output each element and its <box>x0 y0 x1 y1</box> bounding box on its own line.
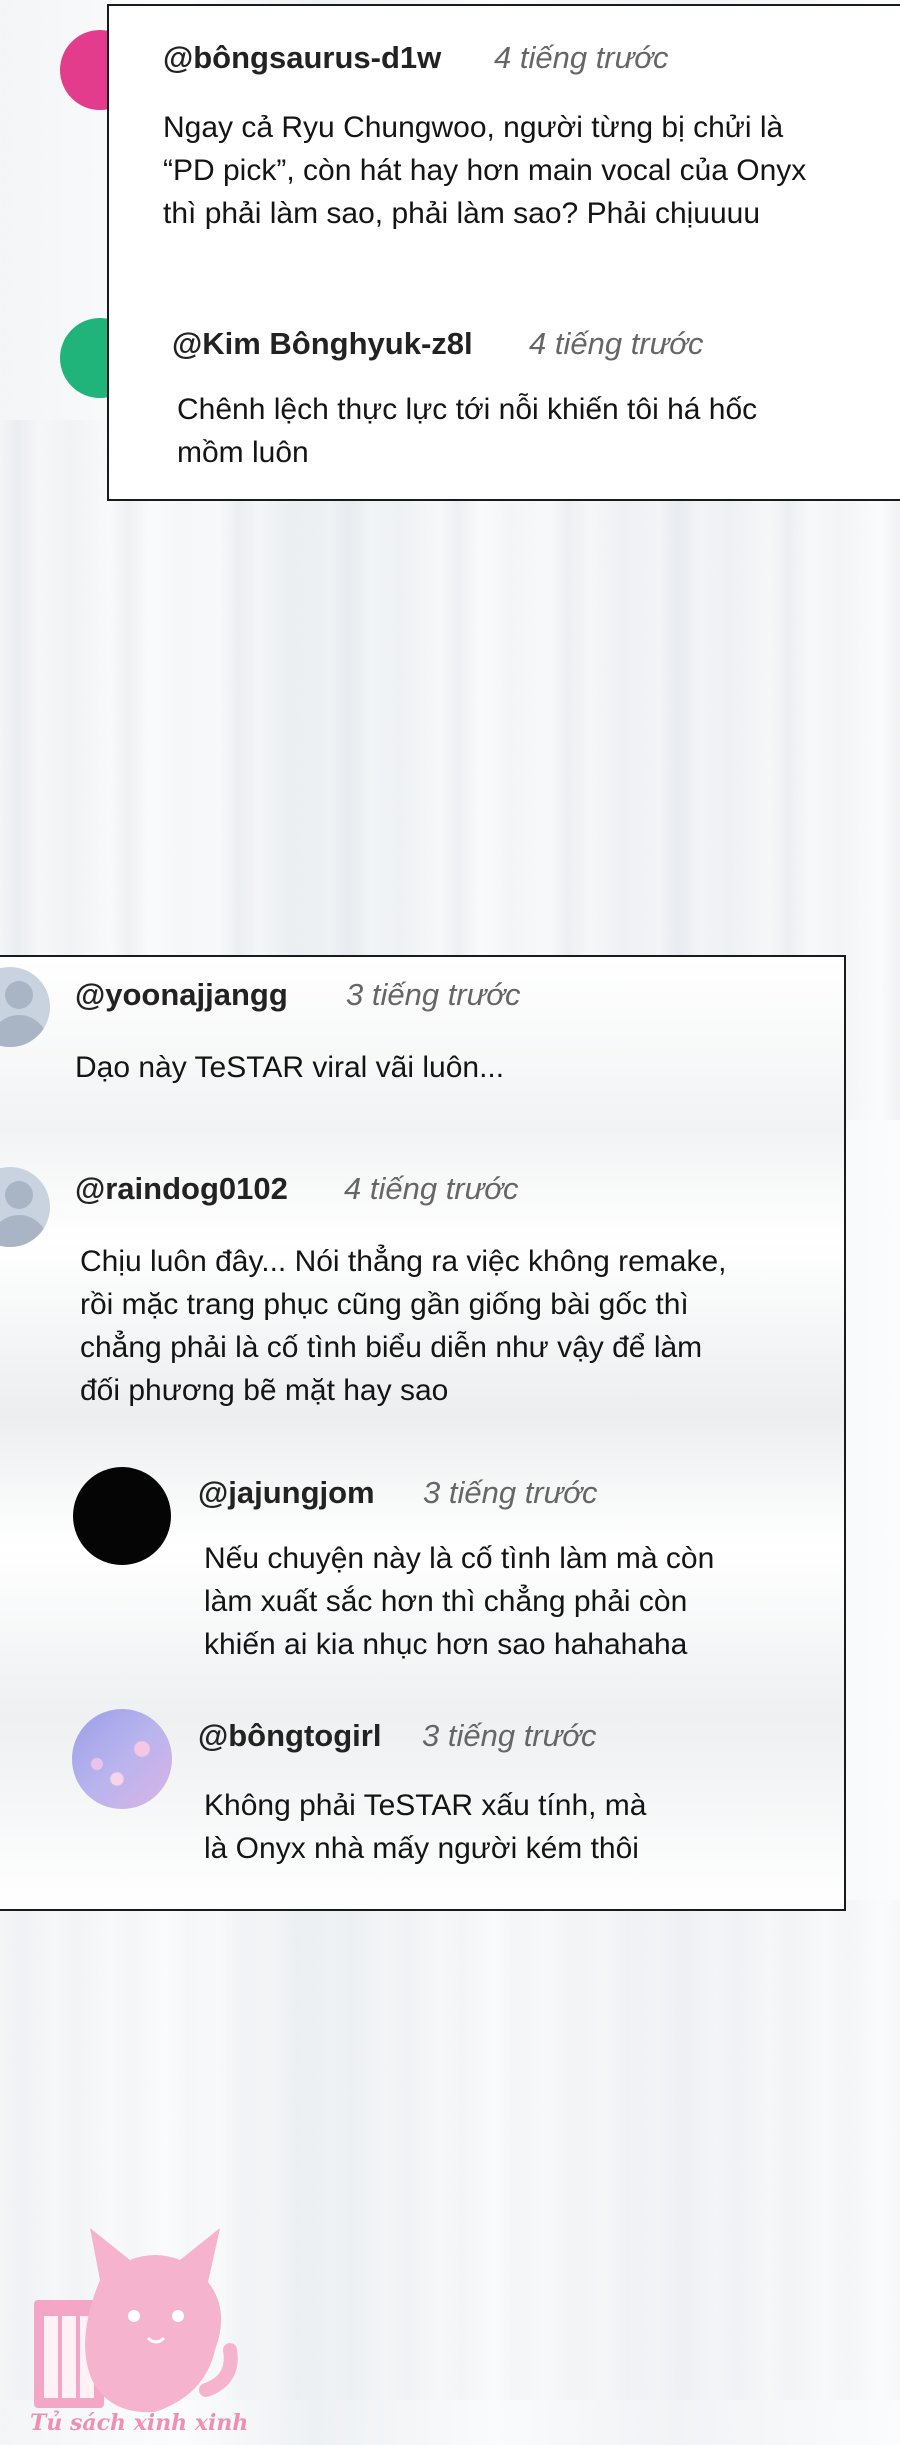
comment-line: Không phải TeSTAR xấu tính, mà <box>204 1789 647 1822</box>
comment-username[interactable]: @raindog0102 <box>75 1171 288 1207</box>
comment-timestamp: 3 tiếng trước <box>346 977 521 1012</box>
comment-text: Nếu chuyện này là cố tình làm mà còn làm… <box>204 1537 714 1666</box>
comment-timestamp: 4 tiếng trước <box>494 40 669 75</box>
watermark-text: Tủ sách xinh xinh <box>30 2410 249 2436</box>
comment-line: Nếu chuyện này là cố tình làm mà còn <box>204 1542 715 1575</box>
comment-line: Chịu luôn đây... Nói thẳng ra việc không… <box>80 1245 727 1278</box>
comment-line: đối phương bẽ mặt hay sao <box>80 1374 449 1407</box>
comment-timestamp: 3 tiếng trước <box>423 1475 598 1510</box>
comment-line: mồm luôn <box>177 436 309 469</box>
comment-text: Không phải TeSTAR xấu tính, mà là Onyx n… <box>204 1784 647 1870</box>
comment-username[interactable]: @bôngsaurus-d1w <box>163 40 441 76</box>
comment-username[interactable]: @yoonajjangg <box>75 977 288 1013</box>
avatar-bongtogirl[interactable] <box>72 1709 172 1809</box>
comment-text: Chênh lệch thực lực tới nỗi khiến tôi há… <box>177 388 757 474</box>
comment-line: khiến ai kia nhục hơn sao hahahaha <box>204 1628 688 1661</box>
comment-thread-1: @bôngsaurus-d1w 4 tiếng trước Ngay cả Ry… <box>107 4 900 501</box>
comment-text: Dạo này TeSTAR viral vãi luôn... <box>75 1046 504 1089</box>
comment-username[interactable]: @bôngtogirl <box>198 1718 381 1754</box>
avatar-jajungjom[interactable] <box>73 1467 171 1565</box>
comment-line: rồi mặc trang phục cũng gần giống bài gố… <box>80 1288 689 1321</box>
cat-icon <box>85 2228 222 2413</box>
comment-line: chẳng phải là cố tình biểu diễn như vậy … <box>80 1331 703 1364</box>
comment-line: là Onyx nhà mấy người kém thôi <box>204 1832 639 1865</box>
comment-line: “PD pick”, còn hát hay hơn main vocal củ… <box>163 154 807 187</box>
cat-bookshelf-logo <box>34 2228 238 2413</box>
comment-line: Chênh lệch thực lực tới nỗi khiến tôi há… <box>177 393 758 426</box>
comment-timestamp: 4 tiếng trước <box>344 1171 519 1206</box>
comment-line: Dạo này TeSTAR viral vãi luôn... <box>75 1051 505 1084</box>
comment-timestamp: 4 tiếng trước <box>529 326 704 361</box>
comment-username[interactable]: @Kim Bônghyuk-z8l <box>172 326 473 362</box>
comment-line: thì phải làm sao, phải làm sao? Phải chị… <box>163 197 761 230</box>
comment-timestamp: 3 tiếng trước <box>422 1718 597 1753</box>
comment-text: Ngay cả Ryu Chungwoo, người từng bị chửi… <box>163 106 806 235</box>
comment-line: làm xuất sắc hơn thì chẳng phải còn <box>204 1585 688 1618</box>
comment-username[interactable]: @jajungjom <box>198 1475 375 1511</box>
comment-text: Chịu luôn đây... Nói thẳng ra việc không… <box>80 1240 726 1412</box>
comment-line: Ngay cả Ryu Chungwoo, người từng bị chửi… <box>163 111 784 144</box>
